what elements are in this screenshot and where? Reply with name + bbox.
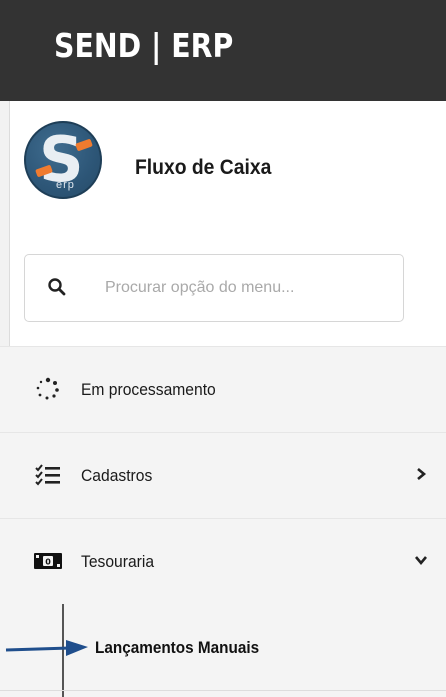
search-icon <box>48 278 66 296</box>
svg-text:0: 0 <box>45 558 51 567</box>
divider <box>0 690 446 691</box>
money-icon: 0 <box>34 553 62 569</box>
chevron-right-icon <box>417 468 427 480</box>
menu-item-label: Cadastros <box>81 466 153 485</box>
pointer-arrow-icon <box>5 640 88 656</box>
spinner-icon <box>36 377 59 400</box>
menu-item-label: Em processamento <box>81 380 216 399</box>
app-title: Fluxo de Caixa <box>135 156 272 179</box>
submenu-item-lancamentos-manuais[interactable]: Lançamentos Manuais <box>95 638 259 658</box>
brand-title: SEND | ERP <box>54 26 234 65</box>
menu-item-em-processamento[interactable]: Em processamento <box>0 346 446 432</box>
app-logo: S erp <box>24 121 102 199</box>
checklist-icon <box>35 464 60 486</box>
panel-edge <box>0 101 10 346</box>
menu-search[interactable] <box>24 254 404 322</box>
search-input[interactable] <box>105 273 395 303</box>
chevron-down-icon <box>415 556 427 566</box>
logo-text: erp <box>56 179 75 191</box>
top-bar: SEND | ERP <box>0 0 446 101</box>
menu-item-label: Tesouraria <box>81 552 155 571</box>
menu-item-cadastros[interactable]: Cadastros <box>0 432 446 518</box>
menu-item-tesouraria[interactable]: 0 Tesouraria <box>0 518 446 604</box>
